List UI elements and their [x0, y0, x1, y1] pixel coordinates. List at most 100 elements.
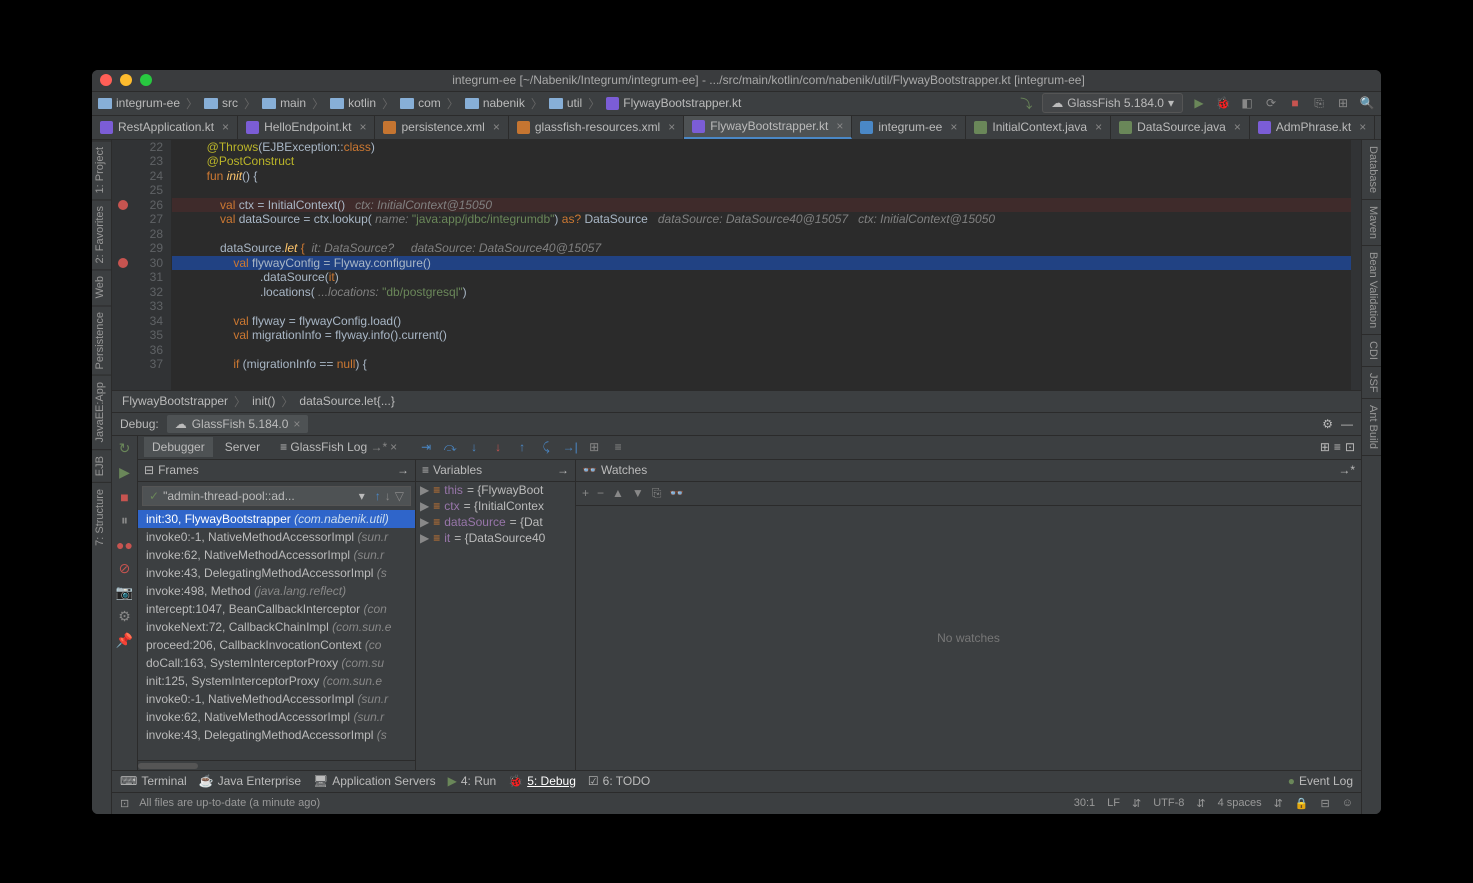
profile-icon[interactable]: ⟳	[1263, 95, 1279, 111]
tool-window-tab[interactable]: JavaEE:App	[92, 375, 111, 449]
minimize-icon[interactable]: —	[1341, 417, 1353, 431]
rerun-icon[interactable]: ↻	[116, 440, 134, 458]
stack-frame[interactable]: intercept:1047, BeanCallbackInterceptor …	[138, 600, 415, 618]
breadcrumb-item[interactable]: kotlin	[348, 96, 376, 110]
prev-frame-icon[interactable]: ↑	[375, 489, 381, 503]
line-gutter[interactable]: 22232425262728293031323334353637	[112, 140, 172, 390]
inspector-icon[interactable]: ☺	[1342, 797, 1353, 810]
remove-watch-icon[interactable]: −	[597, 486, 604, 501]
code-line[interactable]: val flyway = flywayConfig.load()	[172, 314, 1351, 329]
editor-tab[interactable]: AdmPhrase.kt×	[1250, 116, 1375, 139]
encoding[interactable]: UTF-8	[1153, 797, 1184, 810]
stack-frame[interactable]: init:125, SystemInterceptorProxy (com.su…	[138, 672, 415, 690]
stop-icon[interactable]: ■	[116, 488, 134, 506]
tool-window-tab[interactable]: CDI	[1362, 335, 1381, 367]
line-number[interactable]: 26	[112, 198, 171, 213]
tool-window-tab[interactable]: EJB	[92, 449, 111, 482]
code-line[interactable]: @PostConstruct	[172, 154, 1351, 169]
editor-tab[interactable]: HelloEndpoint.kt×	[238, 116, 375, 139]
line-number[interactable]: 22	[112, 140, 171, 155]
run-icon[interactable]: ▶	[1191, 95, 1207, 111]
view-breakpoints-icon[interactable]: ●●	[116, 536, 134, 554]
next-frame-icon[interactable]: ↓	[385, 489, 391, 503]
stack-frame[interactable]: invoke0:-1, NativeMethodAccessorImpl (su…	[138, 690, 415, 708]
code-line[interactable]: .locations( ...locations: "db/postgresql…	[172, 285, 1351, 300]
nav-item[interactable]: dataSource.let{...}	[299, 394, 394, 408]
mute-breakpoints-icon[interactable]: ⊘	[116, 560, 134, 578]
run-to-cursor-icon[interactable]: →|	[561, 438, 579, 456]
breadcrumb-item[interactable]: main	[280, 96, 306, 110]
hide-icon[interactable]: →	[557, 463, 569, 477]
breadcrumb-item[interactable]: integrum-ee	[116, 96, 180, 110]
close-icon[interactable]: ×	[493, 120, 500, 134]
expand-icon[interactable]: ▶	[420, 483, 429, 497]
stack-frame[interactable]: invoke:43, DelegatingMethodAccessorImpl …	[138, 726, 415, 744]
tab-glassfish-log[interactable]: ≡ GlassFish Log →*×	[272, 437, 405, 457]
tool-terminal[interactable]: ⌨Terminal	[120, 774, 187, 788]
stack-frame[interactable]: invoke:62, NativeMethodAccessorImpl (sun…	[138, 708, 415, 726]
down-icon[interactable]: ▼	[632, 486, 644, 501]
search-icon[interactable]: 🔍	[1359, 95, 1375, 111]
memory-icon[interactable]: ⊟	[1321, 797, 1330, 810]
variable-row[interactable]: ▶ ≡ dataSource = {Dat	[416, 514, 575, 530]
close-icon[interactable]: ×	[359, 120, 366, 134]
add-watch-icon[interactable]: +	[582, 486, 589, 501]
code-line[interactable]	[172, 227, 1351, 242]
close-icon[interactable]: ×	[668, 120, 675, 134]
code-area[interactable]: @Throws(EJBException::class) @PostConstr…	[172, 140, 1351, 390]
line-number[interactable]: 28	[112, 227, 171, 242]
step-into-icon[interactable]: ↓	[465, 438, 483, 456]
editor-tab[interactable]: InitialContext.java×	[966, 116, 1111, 139]
line-number[interactable]: 34	[112, 314, 171, 329]
tool-window-tab[interactable]: Bean Validation	[1362, 246, 1381, 335]
line-number[interactable]: 36	[112, 343, 171, 358]
trace-icon[interactable]: ≡	[609, 438, 627, 456]
debug-icon[interactable]: 🐞	[1215, 95, 1231, 111]
line-number[interactable]: 29	[112, 241, 171, 256]
editor-tab[interactable]: integrum-ee×	[852, 116, 966, 139]
line-number[interactable]: 33	[112, 299, 171, 314]
coverage-icon[interactable]: ◧	[1239, 95, 1255, 111]
stack-frame[interactable]: invoke:62, NativeMethodAccessorImpl (sun…	[138, 546, 415, 564]
pause-icon[interactable]: ⏸	[116, 512, 134, 530]
close-icon[interactable]	[100, 74, 112, 86]
run-config-selector[interactable]: ☁ GlassFish 5.184.0 ▾	[1042, 93, 1183, 113]
line-number[interactable]: 35	[112, 328, 171, 343]
close-icon[interactable]: ×	[1095, 120, 1102, 134]
code-line[interactable]: val ctx = InitialContext() ctx: InitialC…	[172, 198, 1351, 213]
stack-frame[interactable]: init:30, FlywayBootstrapper (com.nabenik…	[138, 510, 415, 528]
restore-layout-icon[interactable]: ≡	[1334, 440, 1341, 454]
caret-position[interactable]: 30:1	[1074, 797, 1095, 810]
code-line[interactable]: val migrationInfo = flyway.info().curren…	[172, 328, 1351, 343]
tool-window-tab[interactable]: 7: Structure	[92, 482, 111, 552]
stack-frame[interactable]: invoke:498, Method (java.lang.reflect)	[138, 582, 415, 600]
line-ending[interactable]: LF	[1107, 797, 1120, 810]
build-icon[interactable]: ⤵	[1018, 95, 1034, 111]
pin-icon[interactable]: ⊡	[1345, 440, 1355, 454]
resume-icon[interactable]: ▶	[116, 464, 134, 482]
nav-item[interactable]: FlywayBootstrapper	[122, 394, 228, 408]
tool-app-servers[interactable]: 🖥Application Servers	[313, 774, 436, 788]
thread-selector[interactable]: ✓ "admin-thread-pool::ad... ▾ ↑ ↓ ▽	[142, 486, 411, 506]
close-icon[interactable]: ×	[390, 440, 397, 454]
tool-window-tab[interactable]: 2: Favorites	[92, 199, 111, 269]
close-icon[interactable]: ×	[836, 119, 843, 133]
tool-run[interactable]: ▶4: Run	[448, 774, 497, 788]
hide-icon[interactable]: →	[397, 463, 409, 477]
editor-tab[interactable]: RestApplication.kt×	[92, 116, 238, 139]
code-line[interactable]: if (migrationInfo == null) {	[172, 357, 1351, 372]
code-line[interactable]	[172, 299, 1351, 314]
breadcrumb-item[interactable]: src	[222, 96, 238, 110]
code-line[interactable]: .dataSource(it)	[172, 270, 1351, 285]
stack-frame[interactable]: invoke0:-1, NativeMethodAccessorImpl (su…	[138, 528, 415, 546]
close-icon[interactable]: ×	[950, 120, 957, 134]
stack-frame[interactable]: doCall:163, SystemInterceptorProxy (com.…	[138, 654, 415, 672]
breadcrumb-item[interactable]: com	[418, 96, 441, 110]
tool-window-tab[interactable]: 1: Project	[92, 140, 111, 199]
filter-icon[interactable]: ▽	[395, 489, 404, 503]
status-icon[interactable]: ⊡	[120, 797, 129, 810]
tool-debug[interactable]: 🐞5: Debug	[508, 774, 576, 788]
tool-window-tab[interactable]: JSF	[1362, 367, 1381, 400]
breadcrumb-item[interactable]: util	[567, 96, 582, 110]
stack-frame[interactable]: proceed:206, CallbackInvocationContext (…	[138, 636, 415, 654]
